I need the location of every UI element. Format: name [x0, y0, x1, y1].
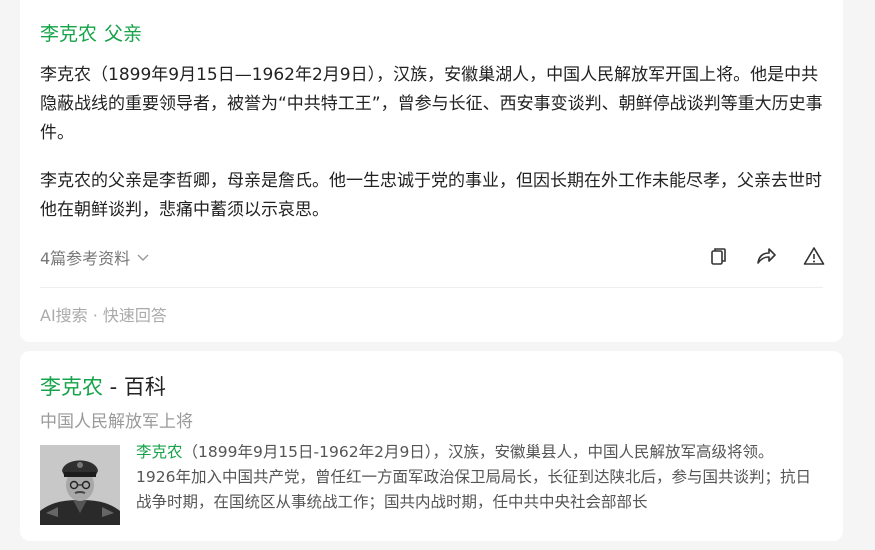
share-icon — [757, 248, 776, 264]
share-button[interactable] — [755, 245, 777, 267]
baike-summary-text: （1899年9月15日-1962年2月9日），汉族，安徽巢县人，中国人民解放军高… — [136, 443, 811, 511]
baike-title-suffix: - 百科 — [103, 375, 166, 399]
baike-summary: 李克农（1899年9月15日-1962年2月9日），汉族，安徽巢县人，中国人民解… — [136, 440, 816, 515]
divider — [40, 287, 823, 288]
copy-button[interactable] — [707, 245, 729, 267]
baike-subtitle: 中国人民解放军上将 — [40, 412, 193, 432]
report-button[interactable] — [803, 245, 825, 267]
references-toggle[interactable]: 4篇参考资料 — [40, 245, 150, 269]
references-label: 4篇参考资料 — [40, 249, 131, 268]
baike-summary-name[interactable]: 李克农 — [136, 443, 183, 461]
ai-title-relation: 父亲 — [104, 23, 143, 45]
portrait-image — [40, 445, 120, 525]
ai-answer-paragraph-1: 李克农（1899年9月15日—1962年2月9日），汉族，安徽巢湖人，中国人民解… — [40, 65, 823, 143]
baike-title-name[interactable]: 李克农 — [40, 375, 103, 399]
ai-answer-footer: AI搜索 · 快速回答 — [40, 306, 167, 325]
baike-result-card: 李克农 - 百科 中国人民解放军上将 李克农（1899年9月15日-1962年2… — [20, 351, 843, 541]
ai-answer-card: 李克农 父亲 李克农（1899年9月15日—1962年2月9日），汉族，安徽巢湖人… — [20, 0, 843, 342]
copy-icon — [711, 248, 726, 265]
answer-actions — [707, 245, 825, 267]
ai-title-name: 李克农 — [40, 23, 98, 45]
warning-icon — [803, 247, 825, 265]
ai-answer-title[interactable]: 李克农 父亲 — [40, 19, 142, 46]
portrait-photo[interactable] — [40, 445, 120, 525]
ai-answer-paragraph-2: 李克农的父亲是李哲卿，母亲是詹氏。他一生忠诚于党的事业，但因长期在外工作未能尽孝… — [40, 171, 822, 220]
baike-title[interactable]: 李克农 - 百科 — [40, 371, 166, 401]
chevron-down-icon — [137, 254, 149, 261]
